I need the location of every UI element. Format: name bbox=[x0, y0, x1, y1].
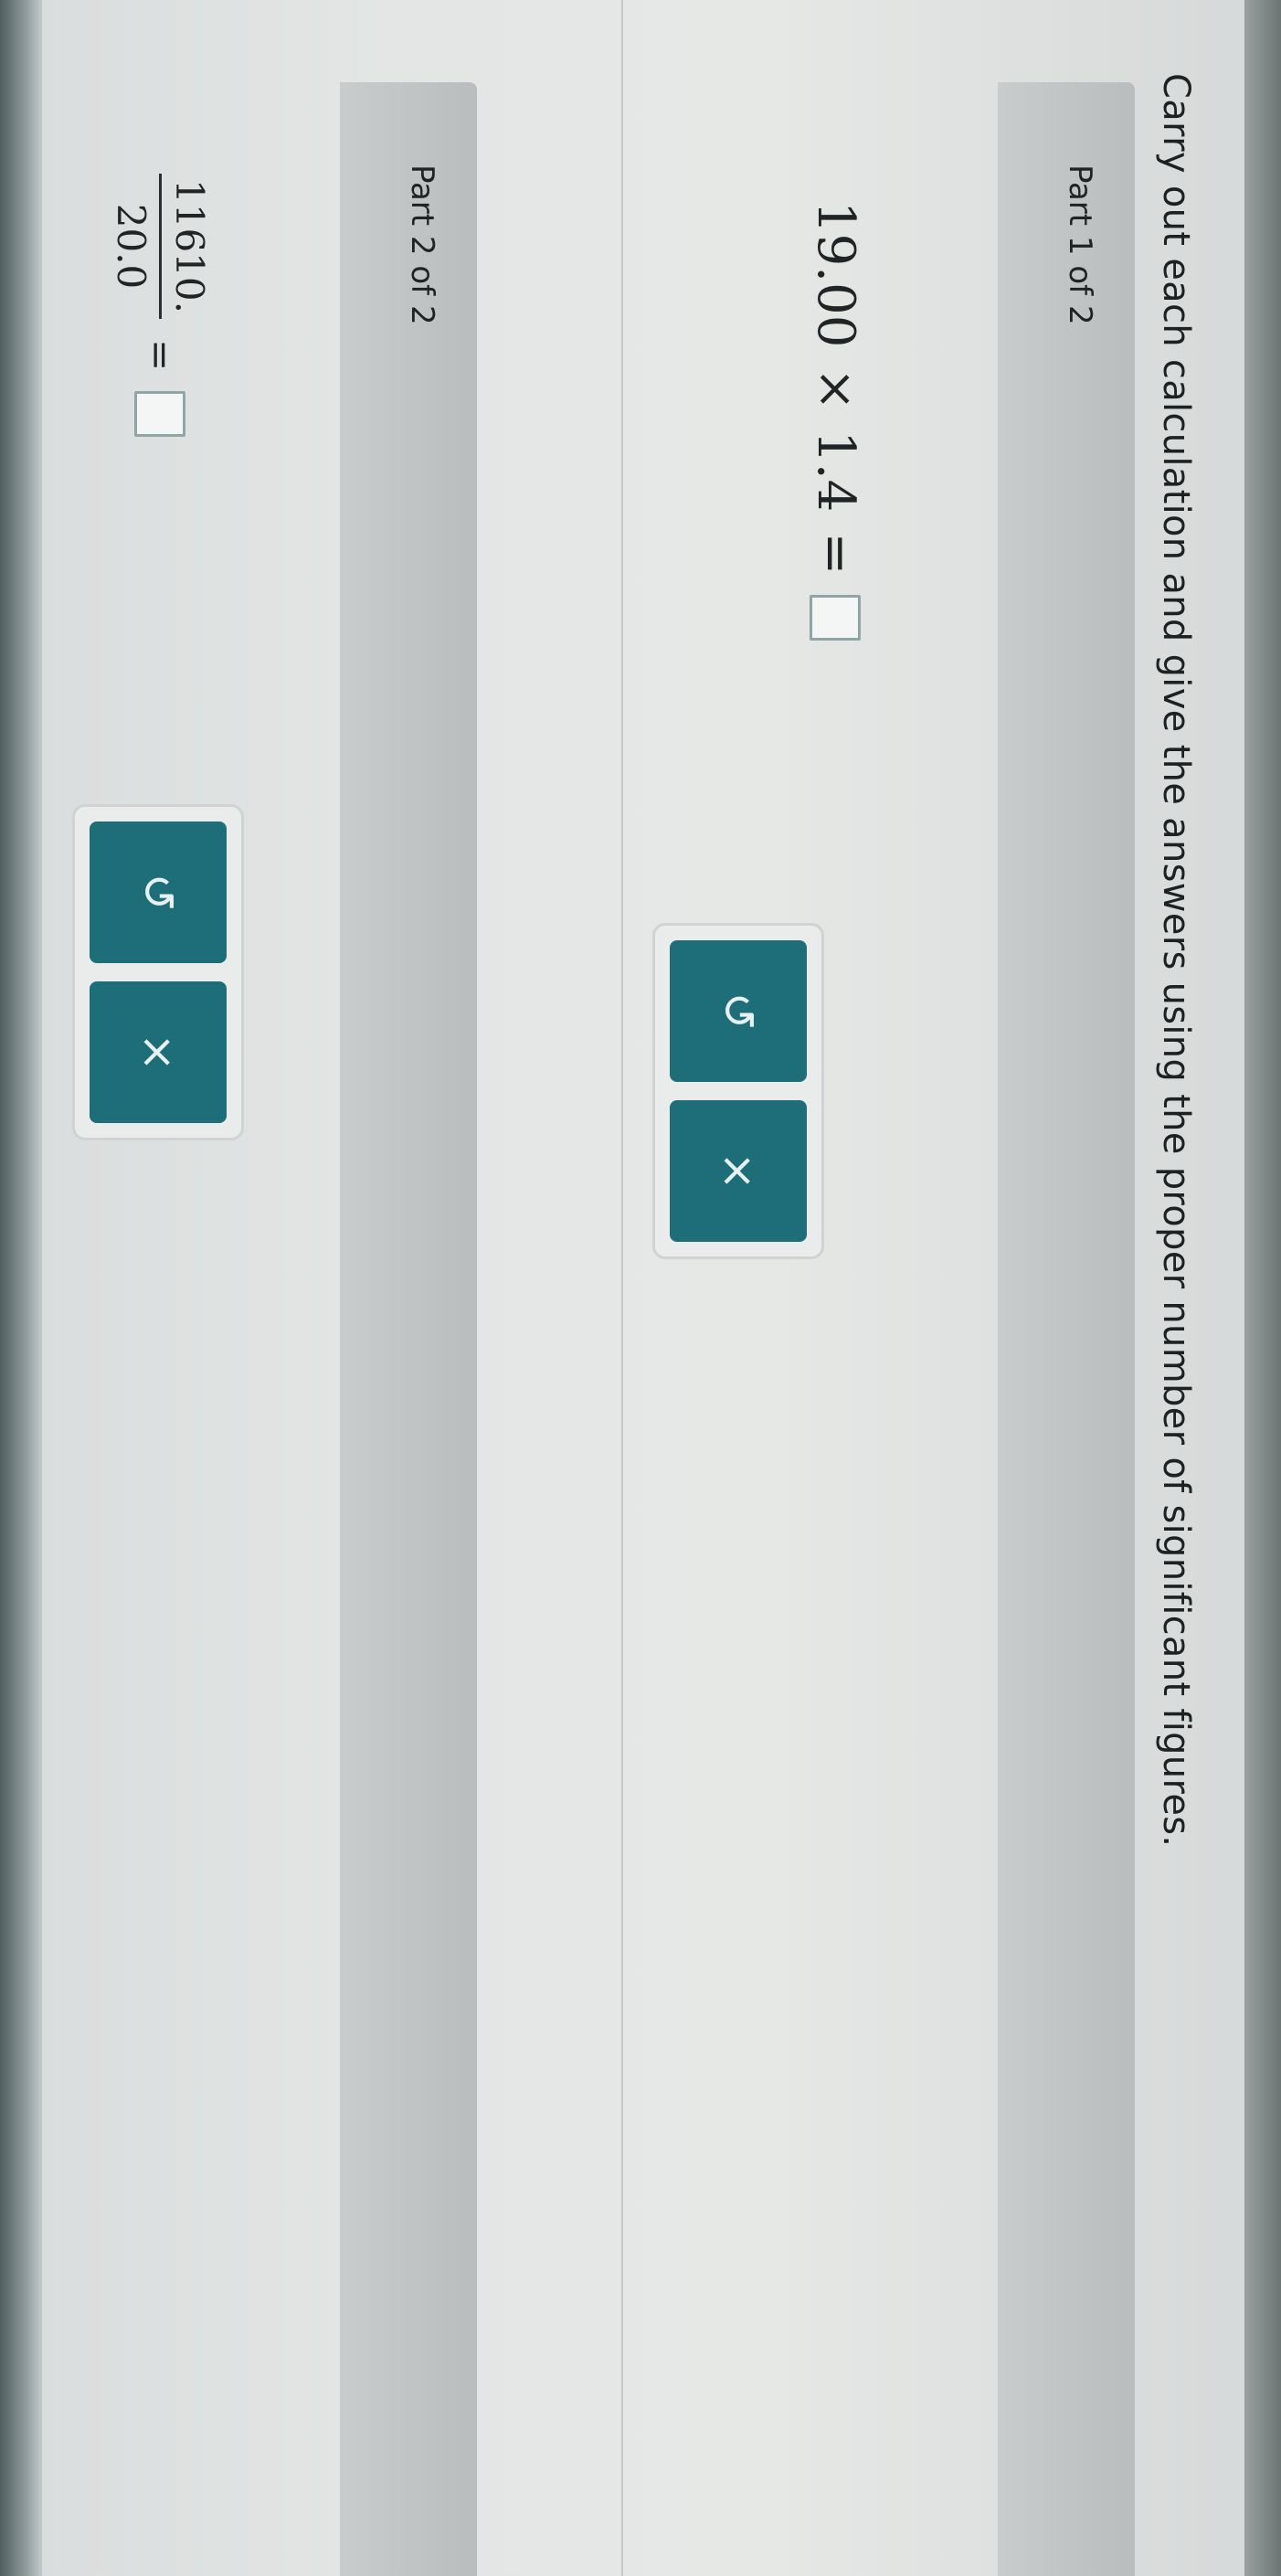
part-2-toolbar: ↺ × bbox=[72, 804, 244, 1140]
part-2-clear-button[interactable]: × bbox=[90, 981, 227, 1123]
undo-icon: ↺ bbox=[712, 991, 765, 1031]
close-icon: × bbox=[132, 1033, 185, 1072]
part-divider bbox=[621, 0, 623, 2576]
part-2-label: Part 2 of 2 bbox=[404, 164, 440, 325]
operand-a: 19.00 bbox=[806, 201, 865, 348]
equals-sign: = bbox=[806, 532, 865, 576]
part-1-toolbar: ↺ × bbox=[652, 923, 824, 1259]
question-frame: Carry out each calculation and give the … bbox=[0, 0, 1281, 2576]
part-1-label: Part 1 of 2 bbox=[1062, 164, 1098, 325]
part-2-answer-input[interactable] bbox=[134, 391, 186, 438]
undo-icon: ↺ bbox=[132, 873, 185, 912]
fraction-denominator: 20.0 bbox=[109, 203, 154, 290]
question-instructions: Carry out each calculation and give the … bbox=[1155, 73, 1197, 1848]
times-operator: × bbox=[806, 367, 865, 411]
close-icon: × bbox=[712, 1151, 765, 1191]
fraction: 11610. 20.0 bbox=[109, 174, 212, 319]
part-2-undo-button[interactable]: ↺ bbox=[90, 822, 227, 963]
fraction-numerator: 11610. bbox=[159, 174, 212, 319]
part-1-undo-button[interactable]: ↺ bbox=[670, 940, 807, 1082]
part-1-clear-button[interactable]: × bbox=[670, 1100, 807, 1242]
equals-sign: = bbox=[138, 338, 183, 372]
part-2-header: Part 2 of 2 bbox=[340, 82, 477, 2576]
part-1-header: Part 1 of 2 bbox=[998, 82, 1135, 2576]
operand-b: 1.4 bbox=[806, 430, 865, 513]
part-1-expression: 19.00 × 1.4 = bbox=[806, 201, 865, 641]
part-2-expression: 11610. 20.0 = bbox=[109, 174, 212, 438]
part-1-answer-input[interactable] bbox=[810, 595, 862, 641]
